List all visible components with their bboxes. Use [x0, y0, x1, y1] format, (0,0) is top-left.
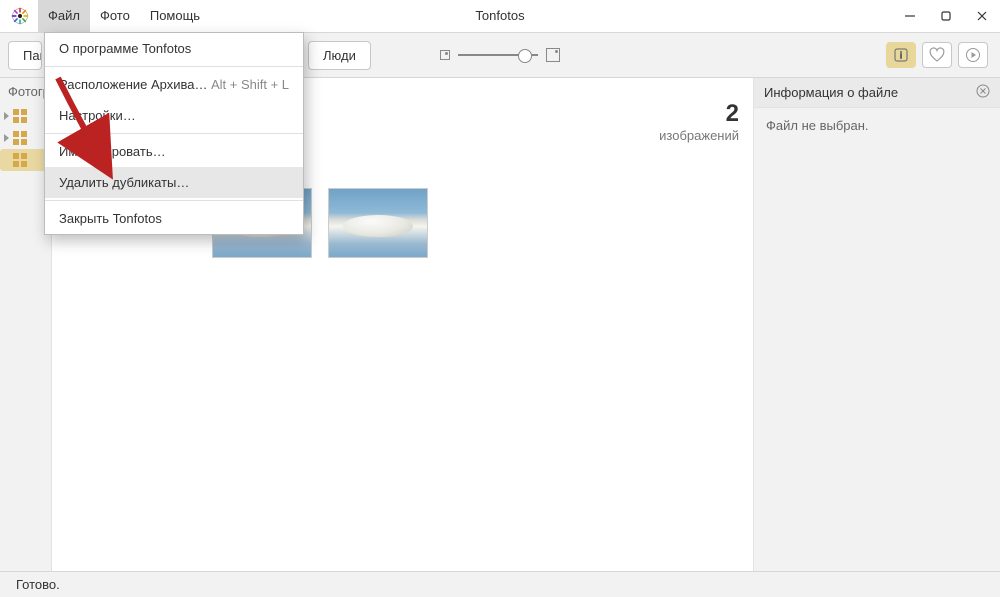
- minimize-button[interactable]: [892, 0, 928, 32]
- maximize-button[interactable]: [928, 0, 964, 32]
- app-logo-icon: [10, 6, 30, 26]
- thumbnail-size-control: [440, 48, 560, 62]
- info-toggle-button[interactable]: [886, 42, 916, 68]
- menu-remove-duplicates-label: Удалить дубликаты…: [59, 175, 189, 190]
- menu-photo[interactable]: Фото: [90, 0, 140, 32]
- thumbnail-size-slider[interactable]: [458, 54, 538, 56]
- info-panel-header: Информация о файле: [754, 78, 1000, 108]
- title-bar: Файл Фото Помощь Tonfotos: [0, 0, 1000, 32]
- menu-settings[interactable]: Настройки…: [45, 100, 303, 131]
- menu-import-label: Импортировать…: [59, 144, 166, 159]
- status-text: Готово.: [16, 577, 60, 592]
- image-count: 2 изображений: [659, 100, 739, 143]
- grid-icon: [13, 109, 27, 123]
- info-icon: [894, 48, 908, 62]
- large-thumb-icon: [546, 48, 560, 62]
- window-controls: [892, 0, 1000, 32]
- window-title: Tonfotos: [475, 0, 524, 32]
- menu-about-label: О программе Tonfotos: [59, 41, 191, 56]
- menu-remove-duplicates[interactable]: Удалить дубликаты…: [45, 167, 303, 198]
- tab-people[interactable]: Люди: [308, 41, 371, 70]
- chevron-right-icon: [4, 112, 9, 120]
- menu-quit[interactable]: Закрыть Tonfotos: [45, 203, 303, 234]
- menu-settings-label: Настройки…: [59, 108, 136, 123]
- menu-quit-label: Закрыть Tonfotos: [59, 211, 162, 226]
- image-count-label: изображений: [659, 128, 739, 143]
- menu-help[interactable]: Помощь: [140, 0, 210, 32]
- grid-icon: [13, 153, 27, 167]
- menu-about[interactable]: О программе Tonfotos: [45, 33, 303, 64]
- menu-archive-label: Расположение Архива…: [59, 77, 207, 92]
- info-panel: Информация о файле Файл не выбран.: [754, 78, 1000, 571]
- favorite-toggle-button[interactable]: [922, 42, 952, 68]
- menu-bar: Файл Фото Помощь: [38, 0, 210, 32]
- slideshow-button[interactable]: [958, 42, 988, 68]
- info-panel-body: Файл не выбран.: [754, 108, 1000, 143]
- info-panel-title: Информация о файле: [764, 85, 898, 100]
- menu-archive-location[interactable]: Расположение Архива… Alt + Shift + L: [45, 69, 303, 100]
- thumbnail-2[interactable]: [328, 188, 428, 258]
- play-icon: [965, 47, 981, 63]
- close-icon: [976, 84, 990, 98]
- small-thumb-icon: [440, 50, 450, 60]
- close-button[interactable]: [964, 0, 1000, 32]
- chevron-right-icon: [4, 134, 9, 142]
- menu-separator: [45, 133, 303, 134]
- tab-folders[interactable]: Папки: [8, 41, 42, 70]
- image-count-number: 2: [659, 100, 739, 128]
- menu-import[interactable]: Импортировать…: [45, 136, 303, 167]
- file-menu-dropdown: О программе Tonfotos Расположение Архива…: [44, 32, 304, 235]
- toolbar-right: [886, 42, 992, 68]
- info-panel-close[interactable]: [976, 84, 990, 101]
- menu-separator: [45, 66, 303, 67]
- status-bar: Готово.: [0, 571, 1000, 597]
- heart-icon: [928, 46, 946, 64]
- menu-file[interactable]: Файл: [38, 0, 90, 32]
- menu-separator: [45, 200, 303, 201]
- grid-icon: [13, 131, 27, 145]
- menu-archive-shortcut: Alt + Shift + L: [211, 77, 289, 92]
